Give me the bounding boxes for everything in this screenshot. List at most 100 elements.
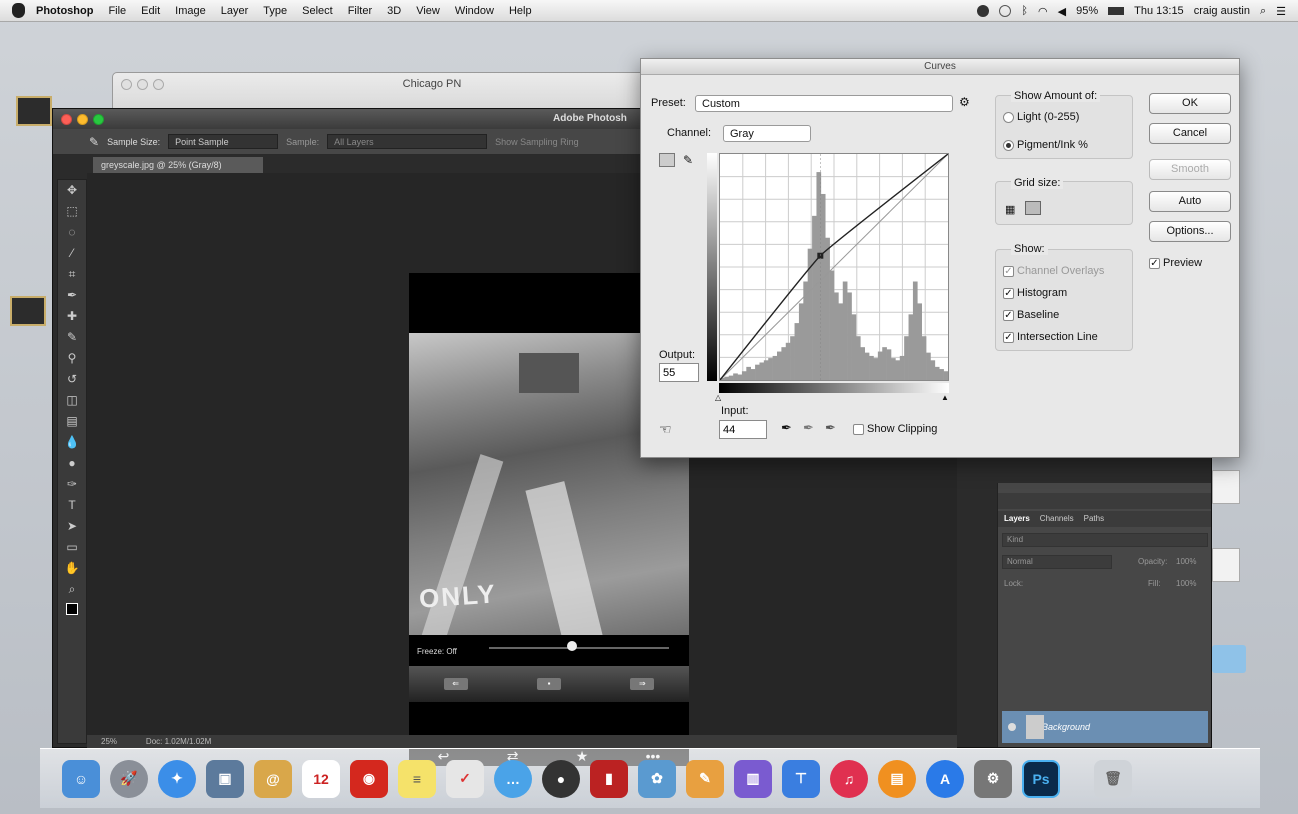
desktop-doc-icon[interactable]: [1212, 548, 1240, 582]
layer-filter-kind[interactable]: Kind: [1002, 533, 1208, 547]
show-clipping-box[interactable]: [853, 423, 864, 435]
apple-icon[interactable]: [12, 3, 25, 18]
black-point-slider-icon[interactable]: △: [715, 393, 721, 402]
healing-tool-icon[interactable]: ✚: [63, 309, 81, 323]
dodge-tool-icon[interactable]: ●: [63, 456, 81, 470]
menu-3d[interactable]: 3D: [387, 5, 401, 17]
light-radio-circle[interactable]: [1003, 111, 1014, 123]
blur-tool-icon[interactable]: 💧: [63, 435, 81, 449]
intersection-line-box[interactable]: ✓: [1003, 331, 1014, 343]
input-field[interactable]: [719, 420, 767, 439]
bluetooth-icon[interactable]: ᛒ: [1021, 5, 1028, 17]
opacity-field[interactable]: 100%: [1176, 557, 1196, 566]
iphoto-dock-icon[interactable]: ✿: [638, 759, 676, 798]
menu-window[interactable]: Window: [455, 5, 494, 17]
preview-dock-icon[interactable]: ▣: [206, 759, 244, 798]
doc-size[interactable]: Doc: 1.02M/1.02M: [146, 737, 211, 746]
gray-eyedropper-icon[interactable]: ✒: [803, 420, 814, 436]
fill-field[interactable]: 100%: [1176, 579, 1196, 588]
folder-icon[interactable]: [1212, 645, 1246, 673]
pigment-radio[interactable]: Pigment/Ink %: [1003, 139, 1088, 151]
shape-tool-icon[interactable]: ▭: [63, 540, 81, 554]
trash-dock-icon[interactable]: 🗑: [1094, 759, 1132, 798]
hand-tool-icon[interactable]: ✋: [63, 561, 81, 575]
eyedropper-tool-icon[interactable]: ✒: [63, 288, 81, 302]
calendar-dock-icon[interactable]: 12: [302, 759, 340, 798]
channel-select[interactable]: Gray: [723, 125, 811, 142]
wifi-icon[interactable]: ◠: [1038, 5, 1048, 18]
ibooks-dock-icon[interactable]: ▤: [878, 759, 916, 798]
baseline-box[interactable]: ✓: [1003, 309, 1014, 321]
white-eyedropper-icon[interactable]: ✒: [825, 420, 836, 436]
numbers-dock-icon[interactable]: ▥: [734, 759, 772, 798]
channel-overlays-checkbox[interactable]: ✓ Channel Overlays: [1003, 265, 1104, 277]
messages-dock-icon[interactable]: …: [494, 759, 532, 798]
system-preferences-dock-icon[interactable]: ⚙: [974, 759, 1012, 798]
desktop-file-icon[interactable]: [16, 96, 52, 126]
volume-icon[interactable]: ◀: [1058, 5, 1066, 18]
lasso-tool-icon[interactable]: ◌: [63, 225, 81, 239]
menu-layer[interactable]: Layer: [221, 5, 249, 17]
photo-booth-dock-icon[interactable]: ▮: [590, 759, 628, 798]
type-tool-icon[interactable]: T: [63, 498, 81, 512]
tab-channels[interactable]: Channels: [1040, 511, 1074, 527]
menu-filter[interactable]: Filter: [348, 5, 372, 17]
document-tab[interactable]: greyscale.jpg @ 25% (Gray/8): [93, 157, 263, 174]
menu-help[interactable]: Help: [509, 5, 532, 17]
channel-overlays-box[interactable]: ✓: [1003, 265, 1014, 277]
menu-file[interactable]: File: [108, 5, 126, 17]
baseline-checkbox[interactable]: ✓ Baseline: [1003, 309, 1059, 321]
zoom-level[interactable]: 25%: [101, 737, 117, 746]
close-icon[interactable]: [61, 114, 72, 125]
desktop-doc-icon[interactable]: [1212, 470, 1240, 504]
white-point-slider-icon[interactable]: ▲: [941, 393, 949, 402]
light-radio[interactable]: Light (0-255): [1003, 111, 1079, 123]
eraser-tool-icon[interactable]: ◫: [63, 393, 81, 407]
stamp-tool-icon[interactable]: ⚲: [63, 351, 81, 365]
pigment-radio-circle[interactable]: [1003, 139, 1014, 151]
preview-box[interactable]: ✓: [1149, 257, 1160, 269]
pen-tool-icon[interactable]: ✑: [63, 477, 81, 491]
histogram-box[interactable]: ✓: [1003, 287, 1014, 299]
move-tool-icon[interactable]: ✥: [63, 183, 81, 197]
creative-cloud-icon[interactable]: [977, 5, 990, 17]
preset-gear-icon[interactable]: ⚙: [959, 95, 970, 109]
menu-app[interactable]: Photoshop: [36, 5, 93, 17]
simple-grid-icon[interactable]: ▦: [1005, 203, 1015, 216]
contacts-dock-icon[interactable]: @: [254, 759, 292, 798]
black-eyedropper-icon[interactable]: ✒: [781, 420, 792, 436]
clock[interactable]: Thu 13:15: [1134, 5, 1184, 17]
pencil-mode-icon[interactable]: ✎: [683, 153, 693, 167]
notification-icon[interactable]: ☰: [1276, 5, 1286, 18]
sample-size-select[interactable]: Point Sample: [168, 134, 279, 149]
zoom-icon[interactable]: [93, 114, 104, 125]
show-sampling-ring-checkbox[interactable]: Show Sampling Ring: [495, 137, 579, 147]
desktop-file-icon[interactable]: [10, 296, 46, 326]
show-clipping-checkbox[interactable]: Show Clipping: [853, 423, 937, 435]
preset-select[interactable]: Custom: [695, 95, 953, 112]
notes-dock-icon[interactable]: ≡: [398, 759, 436, 798]
gradient-tool-icon[interactable]: ▤: [63, 414, 81, 428]
menu-select[interactable]: Select: [302, 5, 333, 17]
output-field[interactable]: [659, 363, 699, 382]
pages-dock-icon[interactable]: ✎: [686, 759, 724, 798]
battery-status[interactable]: 95%: [1076, 5, 1098, 17]
curve-mode-icon[interactable]: [659, 153, 675, 167]
smooth-button[interactable]: Smooth: [1149, 159, 1231, 180]
brush-tool-icon[interactable]: ✎: [63, 330, 81, 344]
sample-select[interactable]: All Layers: [327, 134, 488, 149]
blend-mode-select[interactable]: Normal: [1002, 555, 1112, 569]
spotlight-icon[interactable]: ⌕: [1260, 5, 1266, 18]
menu-type[interactable]: Type: [263, 5, 287, 17]
color-swatches-icon[interactable]: [63, 603, 81, 623]
curves-graph-svg[interactable]: [719, 153, 949, 381]
options-button[interactable]: Options...: [1149, 221, 1231, 242]
path-select-tool-icon[interactable]: ➤: [63, 519, 81, 533]
intersection-line-checkbox[interactable]: ✓ Intersection Line: [1003, 331, 1098, 343]
app-store-dock-icon[interactable]: A: [926, 759, 964, 798]
preview-checkbox[interactable]: ✓ Preview: [1149, 257, 1202, 269]
menu-edit[interactable]: Edit: [141, 5, 160, 17]
finder-dock-icon[interactable]: ☺: [62, 759, 100, 798]
history-brush-tool-icon[interactable]: ↺: [63, 372, 81, 386]
reminders-dock-icon[interactable]: ✓: [446, 759, 484, 798]
